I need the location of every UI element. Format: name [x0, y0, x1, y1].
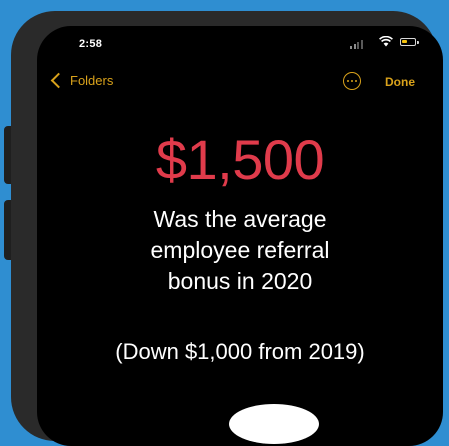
note-footnote: (Down $1,000 from 2019): [115, 339, 365, 364]
wifi-icon: [379, 36, 393, 47]
battery-level: [402, 40, 407, 43]
back-button-label: Folders: [70, 73, 114, 88]
signal-icon: [350, 40, 363, 49]
note-content: $1,500 Was the average employee referral…: [37, 132, 443, 367]
note-line: bonus in 2020: [167, 268, 313, 294]
decorative-shape: [229, 404, 319, 444]
chevron-left-icon: [50, 72, 67, 89]
ellipsis-circle-icon[interactable]: [343, 72, 361, 90]
phone-screen: 2:58 Folders Done $1,500 Was the average…: [37, 26, 443, 446]
done-button[interactable]: Done: [385, 75, 415, 89]
note-line: Was the average: [153, 206, 327, 232]
back-button[interactable]: Folders: [49, 72, 114, 89]
note-message: Was the average employee referral bonus …: [37, 204, 443, 297]
note-line: employee referral: [150, 237, 330, 263]
navigation-bar: Folders Done: [37, 70, 443, 94]
bonus-amount: $1,500: [155, 128, 325, 191]
status-bar: 2:58: [37, 26, 443, 60]
status-time: 2:58: [79, 38, 103, 50]
battery-icon: [400, 38, 419, 46]
phone-frame: 2:58 Folders Done $1,500 Was the average…: [11, 11, 443, 446]
